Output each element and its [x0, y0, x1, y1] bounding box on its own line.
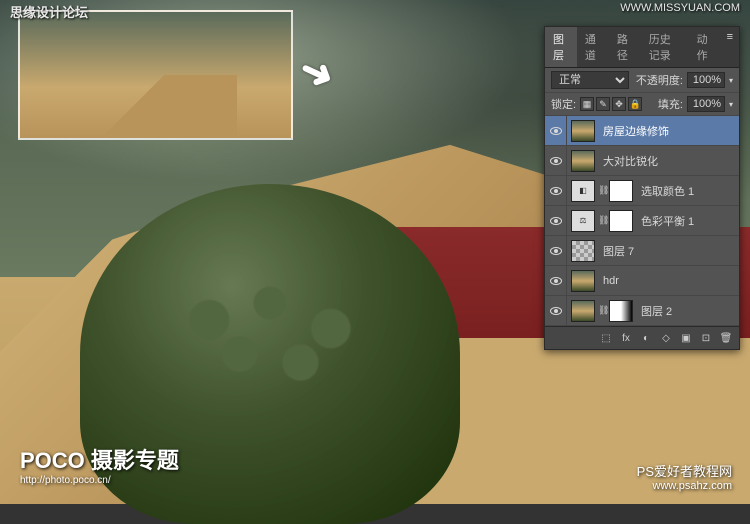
layer-thumbnail[interactable]: [571, 150, 595, 172]
eye-icon: [550, 247, 562, 255]
tab-history[interactable]: 历史记录: [641, 27, 689, 67]
visibility-toggle[interactable]: [545, 236, 567, 265]
layer-name[interactable]: 大对比锐化: [599, 153, 739, 169]
layer-row[interactable]: ◧⛓ 选取颜色 1: [545, 176, 739, 206]
layer-thumbnail[interactable]: [571, 240, 595, 262]
adjustment-icon[interactable]: ◧: [571, 180, 595, 202]
layer-thumbnail[interactable]: [571, 120, 595, 142]
inset-detail-image: [18, 10, 293, 140]
blend-opacity-row: 正常 不透明度: ▾: [545, 68, 739, 93]
lock-buttons: ▦ ✎ ✥ 🔒: [580, 97, 642, 111]
visibility-toggle[interactable]: [545, 266, 567, 295]
adjustment-icon[interactable]: ⚖: [571, 210, 595, 232]
eye-icon: [550, 307, 562, 315]
blend-mode-select[interactable]: 正常: [551, 71, 629, 89]
poco-url: http://photo.poco.cn/: [20, 475, 179, 486]
layer-thumbnail[interactable]: [571, 270, 595, 292]
eye-icon: [550, 157, 562, 165]
psahz-text: PS爱好者教程网: [637, 464, 732, 479]
eye-icon: [550, 217, 562, 225]
psahz-url: www.psahz.com: [637, 480, 732, 492]
layer-row[interactable]: hdr: [545, 266, 739, 296]
fill-input[interactable]: [687, 96, 725, 112]
layer-thumbnail[interactable]: [571, 300, 595, 322]
delete-layer-button[interactable]: 🗑: [717, 330, 735, 346]
lock-label: 锁定:: [551, 96, 576, 112]
tab-actions[interactable]: 动作: [689, 27, 721, 67]
adjustment-button[interactable]: ◇: [657, 330, 675, 346]
eye-icon: [550, 277, 562, 285]
watermark-bottom-right: PS爱好者教程网 www.psahz.com: [637, 461, 732, 492]
mask-thumbnail[interactable]: [609, 210, 633, 232]
visibility-toggle[interactable]: [545, 296, 567, 325]
link-icon: ⛓: [598, 215, 606, 226]
group-button[interactable]: ▣: [677, 330, 695, 346]
visibility-toggle[interactable]: [545, 176, 567, 205]
panel-menu-icon[interactable]: ≡: [721, 27, 739, 67]
panel-tabs: 图层 通道 路径 历史记录 动作 ≡: [545, 27, 739, 68]
layer-name[interactable]: 图层 2: [637, 303, 739, 319]
layers-list: 房屋边缘修饰 大对比锐化 ◧⛓ 选取颜色 1 ⚖⛓ 色彩平衡 1 图层 7 hd…: [545, 116, 739, 326]
link-icon: ⛓: [598, 185, 606, 196]
link-icon: ⛓: [598, 305, 606, 316]
watermark-top-right: WWW.MISSYUAN.COM: [620, 2, 740, 14]
fx-button[interactable]: fx: [617, 330, 635, 346]
layer-row[interactable]: 房屋边缘修饰: [545, 116, 739, 146]
visibility-toggle[interactable]: [545, 206, 567, 235]
tab-channels[interactable]: 通道: [577, 27, 609, 67]
eye-icon: [550, 127, 562, 135]
layer-name[interactable]: 选取颜色 1: [637, 183, 739, 199]
layer-row[interactable]: 大对比锐化: [545, 146, 739, 176]
opacity-input[interactable]: [687, 72, 725, 88]
tab-layers[interactable]: 图层: [545, 27, 577, 67]
new-layer-button[interactable]: ⊡: [697, 330, 715, 346]
lock-all-icon[interactable]: 🔒: [628, 97, 642, 111]
visibility-toggle[interactable]: [545, 116, 567, 145]
layer-row[interactable]: ⚖⛓ 色彩平衡 1: [545, 206, 739, 236]
opacity-label: 不透明度:: [636, 72, 683, 88]
eye-icon: [550, 187, 562, 195]
watermark-top-left: 思缘设计论坛: [10, 2, 88, 21]
layer-name[interactable]: 房屋边缘修饰: [599, 123, 739, 139]
lock-position-icon[interactable]: ✥: [612, 97, 626, 111]
layer-row[interactable]: 图层 7: [545, 236, 739, 266]
layers-panel: 图层 通道 路径 历史记录 动作 ≡ 正常 不透明度: ▾ 锁定: ▦ ✎ ✥ …: [544, 26, 740, 350]
panel-footer: ⬚ fx ◐ ◇ ▣ ⊡ 🗑: [545, 326, 739, 349]
layer-name[interactable]: hdr: [599, 275, 739, 287]
tab-paths[interactable]: 路径: [609, 27, 641, 67]
lock-fill-row: 锁定: ▦ ✎ ✥ 🔒 填充: ▾: [545, 93, 739, 116]
link-layers-button[interactable]: ⬚: [597, 330, 615, 346]
fill-label: 填充:: [658, 96, 683, 112]
layer-name[interactable]: 图层 7: [599, 243, 739, 259]
visibility-toggle[interactable]: [545, 146, 567, 175]
opacity-chevron-icon[interactable]: ▾: [729, 76, 733, 85]
poco-logo-text: POCO 摄影专题: [20, 448, 179, 473]
layer-row[interactable]: ⛓ 图层 2: [545, 296, 739, 326]
lock-transparency-icon[interactable]: ▦: [580, 97, 594, 111]
fill-chevron-icon[interactable]: ▾: [729, 100, 733, 109]
mask-thumbnail[interactable]: [609, 300, 633, 322]
lock-pixels-icon[interactable]: ✎: [596, 97, 610, 111]
mask-thumbnail[interactable]: [609, 180, 633, 202]
layer-name[interactable]: 色彩平衡 1: [637, 213, 739, 229]
mask-button[interactable]: ◐: [637, 330, 655, 346]
watermark-bottom-left: POCO 摄影专题 http://photo.poco.cn/: [20, 443, 179, 486]
